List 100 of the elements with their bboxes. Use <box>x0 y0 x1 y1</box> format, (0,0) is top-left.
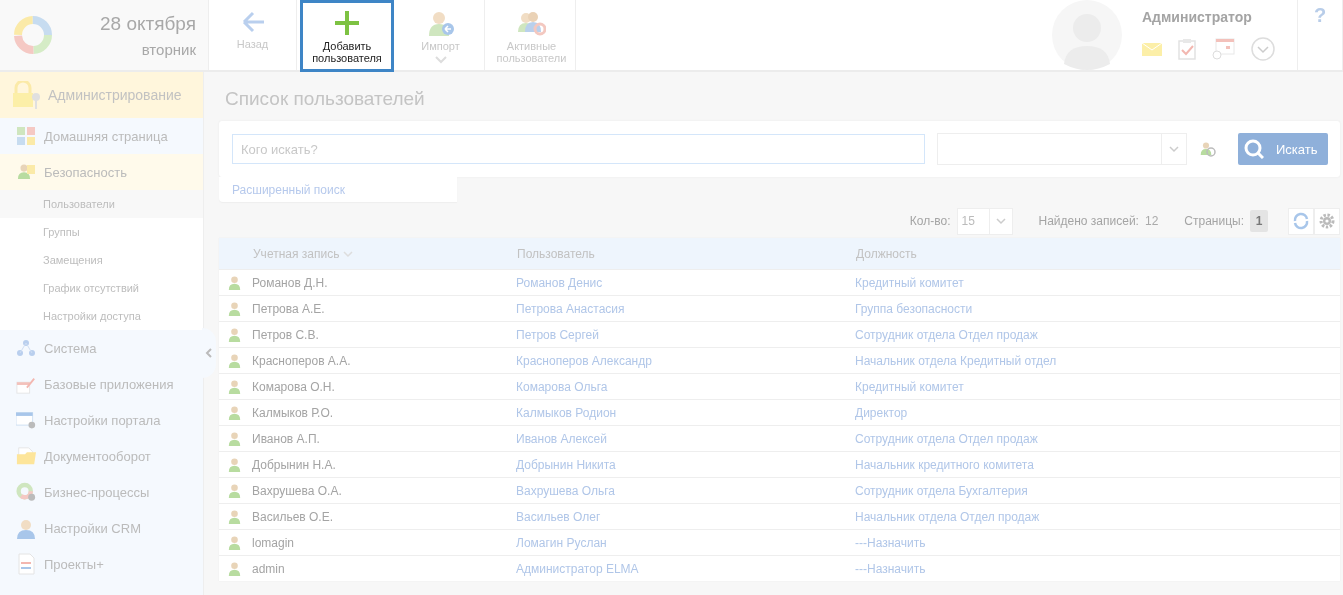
sidebar-item[interactable]: Базовые приложения <box>0 366 203 402</box>
account-cell: Романов Д.Н. <box>252 275 328 290</box>
envelope-icon <box>1142 42 1162 56</box>
position-link[interactable]: Кредитный комитет <box>855 379 964 394</box>
found-label: Найдено записей: <box>1038 214 1139 228</box>
caret-icon <box>434 56 447 64</box>
sidebar-item[interactable]: Проекты+ <box>0 546 203 582</box>
sidebar-item[interactable]: Бизнес-процессы <box>0 474 203 510</box>
section-header[interactable]: Администрирование <box>0 72 203 118</box>
column-header[interactable]: Должность <box>856 246 917 261</box>
account-cell: admin <box>252 561 285 576</box>
search-button[interactable]: Искать <box>1238 133 1328 165</box>
sidebar-subitem[interactable]: Пользователи <box>0 190 203 218</box>
person-icon <box>16 517 36 539</box>
user-link[interactable]: Иванов Алексей <box>516 431 607 446</box>
account-cell: Вахрушева О.А. <box>252 483 342 498</box>
position-link[interactable]: Кредитный комитет <box>855 275 964 290</box>
position-link[interactable]: Сотрудник отдела Бухгалтерия <box>855 483 1028 498</box>
refresh-icon <box>1292 212 1310 230</box>
user-icon <box>227 353 242 368</box>
filter-dropdown[interactable] <box>937 133 1187 165</box>
logo-icon <box>11 13 55 57</box>
user-link[interactable]: Добрынин Никита <box>516 457 616 472</box>
user-icon <box>227 457 242 472</box>
user-key-icon <box>16 163 36 181</box>
date-label: 28 октября <box>99 12 196 35</box>
collapse-handle[interactable] <box>202 328 216 378</box>
weekday-label: вторник <box>141 40 196 58</box>
position-link[interactable]: Директор <box>855 405 908 420</box>
calendar-icon <box>1212 38 1235 60</box>
user-link[interactable]: Петров Сергей <box>516 327 599 342</box>
caret-icon <box>995 217 1006 225</box>
account-cell: Петров С.В. <box>252 327 319 342</box>
column-header[interactable]: Пользователь <box>517 246 595 261</box>
sidebar-item[interactable]: Домашняя страница <box>0 118 203 154</box>
user-link[interactable]: Вахрушева Ольга <box>516 483 615 498</box>
account-cell: Комарова О.Н. <box>252 379 335 394</box>
position-link[interactable]: ---Назначить <box>855 535 926 550</box>
sidebar-item[interactable]: Документооборот <box>0 438 203 474</box>
settings-button[interactable] <box>1314 207 1340 235</box>
user-link[interactable]: Красноперов Александр <box>516 353 652 368</box>
user-icon <box>227 405 242 420</box>
window-gear-icon <box>16 409 36 431</box>
user-icon <box>227 379 242 394</box>
account-cell: Добрынин Н.А. <box>252 457 336 472</box>
user-link[interactable]: Комарова Ольга <box>516 379 608 394</box>
users-icon <box>517 10 546 36</box>
user-link[interactable]: Васильев Олег <box>516 509 601 524</box>
sidebar-item[interactable]: Система <box>0 330 203 366</box>
account-cell: lomagin <box>252 535 295 550</box>
user-link[interactable]: Администратор ELMA <box>516 561 639 576</box>
account-cell: Васильев О.Е. <box>252 509 334 524</box>
position-link[interactable]: ---Назначить <box>855 561 926 576</box>
user-link[interactable]: Петрова Анастасия <box>516 301 625 316</box>
network-icon <box>17 339 35 357</box>
position-link[interactable]: Сотрудник отдела Отдел продаж <box>855 327 1038 342</box>
advanced-search-link[interactable]: Расширенный поиск <box>219 177 457 202</box>
document-icon <box>16 553 36 575</box>
search-icon <box>1244 139 1264 159</box>
user-name[interactable]: Администратор <box>1142 9 1275 25</box>
account-cell: Иванов А.П. <box>252 431 320 446</box>
user-link[interactable]: Ломагин Руслан <box>516 535 607 550</box>
cycle-gear-icon <box>16 481 36 503</box>
folder-document-icon <box>16 446 36 466</box>
sidebar-subitem[interactable]: Группы <box>0 218 203 246</box>
user-icon <box>227 301 242 316</box>
help-button[interactable]: ? <box>1298 0 1343 70</box>
chevron-left-icon <box>205 348 213 358</box>
padlock-key-icon <box>12 81 40 109</box>
position-link[interactable]: Начальник отдела Отдел продаж <box>855 509 1040 524</box>
sidebar-subitem[interactable]: Замещения <box>0 246 203 274</box>
account-cell: Красноперов А.А. <box>252 353 351 368</box>
position-link[interactable]: Группа безопасности <box>855 301 973 316</box>
page-button[interactable]: 1 <box>1250 210 1268 232</box>
sidebar-item[interactable]: Безопасность <box>0 154 203 190</box>
sidebar-subitem[interactable]: Настройки доступа <box>0 302 203 330</box>
chevron-down-icon <box>1251 37 1275 61</box>
sidebar-item[interactable]: Настройки CRM <box>0 510 203 546</box>
refresh-button[interactable] <box>1288 207 1314 235</box>
position-link[interactable]: Сотрудник отдела Отдел продаж <box>855 431 1038 446</box>
caret-icon <box>1169 145 1179 153</box>
user-icon <box>227 327 242 342</box>
position-link[interactable]: Начальник кредитного комитета <box>855 457 1034 472</box>
user-icon <box>227 275 242 290</box>
column-header[interactable]: Учетная запись <box>253 246 340 261</box>
user-search-icon <box>1199 140 1216 158</box>
user-arrow-icon <box>426 10 455 36</box>
user-link[interactable]: Романов Денис <box>516 275 603 290</box>
sidebar-item[interactable]: Настройки портала <box>0 402 203 438</box>
user-icon <box>227 509 242 524</box>
account-cell: Петрова А.Е. <box>252 301 325 316</box>
count-dropdown[interactable]: 15 <box>956 207 1013 235</box>
position-link[interactable]: Начальник отдела Кредитный отдел <box>855 353 1057 368</box>
toolbar-button[interactable]: Добавить пользователя <box>300 0 394 72</box>
user-icon <box>227 431 242 446</box>
sidebar-subitem[interactable]: График отсутствий <box>0 274 203 302</box>
user-icon <box>227 483 242 498</box>
user-link[interactable]: Калмыков Родион <box>516 405 617 420</box>
user-icon <box>227 535 242 550</box>
found-count: 12 <box>1144 214 1159 228</box>
